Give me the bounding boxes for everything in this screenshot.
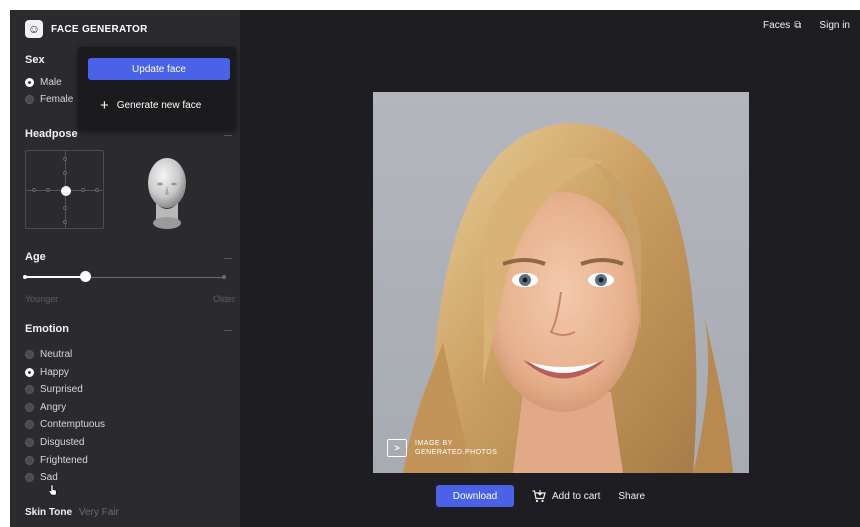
- radio-checked-icon: [25, 78, 34, 87]
- watermark-text: IMAGE BY GENERATED.PHOTOS: [415, 439, 497, 457]
- pose-tick: [63, 206, 67, 210]
- radio-unchecked-icon: [25, 385, 34, 395]
- app-window: ☺ FACE GENERATOR Sex Male Female Update …: [10, 10, 860, 527]
- collapse-age-icon[interactable]: [224, 258, 232, 259]
- sex-section-title: Sex: [25, 54, 45, 66]
- generated-photos-logo-icon: >: [387, 439, 407, 457]
- sex-option-female[interactable]: Female: [25, 94, 73, 105]
- skin-tone-value: Very Fair: [78, 507, 119, 518]
- emotion-option-label: Disgusted: [40, 437, 85, 448]
- top-navigation: Faces ⧉ Sign in: [763, 20, 850, 31]
- pose-tick: [32, 188, 36, 192]
- pose-tick: [63, 220, 67, 224]
- watermark-line-1: IMAGE BY: [415, 440, 453, 447]
- pose-tick: [81, 188, 85, 192]
- emotion-option-disgusted[interactable]: Disgusted: [25, 437, 84, 448]
- skin-tone-title: Skin Tone: [25, 507, 73, 518]
- collapse-emotion-icon[interactable]: [224, 330, 232, 331]
- emotion-option-angry[interactable]: Angry: [25, 402, 66, 413]
- collapse-headpose-icon[interactable]: [224, 135, 232, 136]
- emotion-option-neutral[interactable]: Neutral: [25, 349, 72, 360]
- pose-tick: [95, 188, 99, 192]
- emotion-option-label: Surprised: [40, 384, 83, 396]
- watermark-line-2: GENERATED.PHOTOS: [415, 449, 498, 456]
- generate-new-face-label: Generate new face: [116, 100, 202, 111]
- head-preview-icon: [148, 158, 186, 229]
- add-to-cart-button[interactable]: Add to cart: [532, 489, 601, 503]
- plus-icon: +: [100, 96, 109, 114]
- age-slider-handle[interactable]: [79, 271, 91, 282]
- faces-link-label: Faces: [763, 20, 791, 31]
- smiley-logo-icon: ☺: [25, 20, 43, 38]
- watermark: > IMAGE BY GENERATED.PHOTOS: [387, 439, 497, 457]
- cart-icon: [532, 489, 546, 502]
- radio-unchecked-icon: [25, 350, 34, 359]
- brand[interactable]: ☺ FACE GENERATOR: [25, 20, 148, 38]
- emotion-section-title: Emotion: [25, 323, 69, 335]
- generate-new-face-button[interactable]: + Generate new face: [100, 96, 202, 114]
- emotion-option-label: Sad: [40, 472, 58, 484]
- emotion-option-happy[interactable]: Happy: [25, 367, 69, 378]
- age-slider-min-dot: [23, 275, 27, 279]
- age-slider-fill: [25, 276, 85, 278]
- sidebar: ☺ FACE GENERATOR Sex Male Female Update …: [10, 10, 240, 527]
- face-action-popup: Update face + Generate new face: [78, 47, 236, 130]
- radio-unchecked-icon: [25, 402, 34, 412]
- emotion-option-contemptuous[interactable]: Contemptuous: [25, 419, 105, 430]
- sex-option-label: Female: [40, 94, 74, 105]
- emotion-option-label: Happy: [40, 366, 69, 378]
- age-min-label: Younger: [25, 294, 59, 304]
- emotion-option-label: Angry: [40, 401, 67, 413]
- skin-tone-row: Skin Tone Very Fair: [25, 507, 119, 518]
- headpose-handle[interactable]: [61, 186, 71, 196]
- emotion-option-label: Contemptuous: [40, 419, 106, 431]
- emotion-option-label: Neutral: [40, 349, 73, 360]
- age-max-label: Older: [212, 294, 235, 304]
- radio-unchecked-icon: [25, 438, 34, 447]
- radio-unchecked-icon: [25, 455, 34, 465]
- face-portrait: [373, 92, 749, 473]
- radio-unchecked-icon: [25, 420, 34, 430]
- sex-option-label: Male: [40, 77, 62, 88]
- radio-checked-icon: [25, 367, 34, 377]
- add-to-cart-label: Add to cart: [552, 490, 601, 502]
- age-slider-max-dot: [222, 275, 226, 279]
- age-section-title: Age: [25, 251, 46, 263]
- generated-face-image: > IMAGE BY GENERATED.PHOTOS: [373, 92, 749, 473]
- emotion-option-frightened[interactable]: Frightened: [25, 455, 88, 466]
- sex-option-male[interactable]: Male: [25, 77, 62, 88]
- download-button[interactable]: Download: [436, 485, 514, 507]
- pose-tick: [46, 188, 50, 192]
- pose-tick: [63, 171, 67, 175]
- faces-link[interactable]: Faces ⧉: [763, 20, 801, 31]
- update-face-button[interactable]: Update face: [88, 58, 230, 80]
- hand-cursor-icon: [48, 484, 57, 496]
- share-button[interactable]: Share: [618, 491, 645, 502]
- emotion-option-sad[interactable]: Sad: [25, 472, 58, 483]
- radio-unchecked-icon: [25, 95, 34, 104]
- sign-in-link[interactable]: Sign in: [819, 20, 850, 31]
- image-actions: Download Add to cart Share: [436, 485, 645, 507]
- brand-title: FACE GENERATOR: [51, 23, 148, 35]
- emotion-option-label: Frightened: [40, 454, 88, 466]
- radio-unchecked-icon: [25, 473, 34, 483]
- emotion-option-surprised[interactable]: Surprised: [25, 384, 83, 395]
- external-link-icon: ⧉: [794, 20, 802, 31]
- headpose-section-title: Headpose: [25, 128, 78, 140]
- pose-tick: [63, 157, 67, 161]
- headpose-pad[interactable]: [25, 150, 104, 229]
